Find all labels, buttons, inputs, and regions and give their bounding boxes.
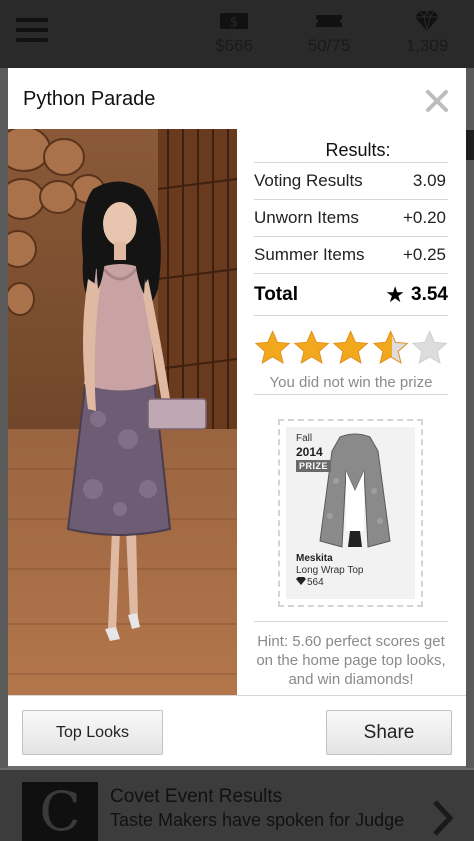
result-row-unworn: Unworn Items +0.20 xyxy=(254,200,448,237)
prize-card[interactable]: Fall 2014 PRIZE Meskita Long Wrap Top 56… xyxy=(278,419,423,607)
result-label: Voting Results xyxy=(254,171,363,190)
results-panel: Results: Voting Results 3.09 Unworn Item… xyxy=(254,129,448,688)
result-row-summer: Summer Items +0.25 xyxy=(254,237,448,274)
prize-price-value: 564 xyxy=(307,577,324,588)
prize-card-inner: Fall 2014 PRIZE Meskita Long Wrap Top 56… xyxy=(286,427,415,599)
energy-value: 50/75 xyxy=(307,36,351,55)
ticket-icon xyxy=(316,15,342,27)
rating-star-icon xyxy=(254,330,291,364)
result-label: Summer Items xyxy=(254,245,365,264)
prize-item-name: Long Wrap Top xyxy=(296,565,364,576)
wrap-top-garment xyxy=(319,433,391,548)
total-value: 3.54 xyxy=(411,283,448,305)
modal-footer: Top Looks Share xyxy=(8,695,466,766)
prize-year: 2014 xyxy=(296,445,323,459)
feed-thumbnail: C xyxy=(22,782,98,841)
results-heading: Results: xyxy=(254,129,448,163)
backdrop-right xyxy=(466,68,474,768)
backdrop-left xyxy=(0,68,8,768)
rating-star-icon xyxy=(411,330,448,364)
chevron-right-icon xyxy=(433,800,454,836)
close-icon xyxy=(426,90,448,112)
modal-title: Python Parade xyxy=(23,88,156,110)
model-illustration xyxy=(8,129,237,695)
diamond-icon xyxy=(415,10,439,32)
rating-star-icon xyxy=(293,330,330,364)
prize-message: You did not win the prize xyxy=(254,371,448,395)
rating-star-icon xyxy=(333,330,369,364)
total-label: Total xyxy=(254,283,298,305)
cash-stat[interactable]: $ $666 xyxy=(205,10,263,56)
diamonds-stat[interactable]: 1,309 xyxy=(396,10,458,56)
money-icon: $ xyxy=(220,13,248,30)
diamonds-value: 1,309 xyxy=(405,36,449,55)
look-photo xyxy=(8,129,237,695)
backdrop-shadow xyxy=(466,130,474,160)
top-looks-button[interactable]: Top Looks xyxy=(22,710,163,755)
prize-price: 564 xyxy=(296,577,324,588)
menu-icon[interactable] xyxy=(16,18,48,42)
close-button[interactable] xyxy=(422,86,452,116)
result-label: Unworn Items xyxy=(254,208,359,227)
rating-star-icon xyxy=(372,330,409,364)
share-button[interactable]: Share xyxy=(326,710,452,755)
prize-brand: Meskita xyxy=(296,553,333,564)
feed-item[interactable]: C Covet Event Results Taste Makers have … xyxy=(0,770,474,841)
star-rating xyxy=(254,329,448,367)
feed-title: Covet Event Results xyxy=(110,786,283,807)
results-modal: Python Parade Results: Voting Results 3.… xyxy=(8,68,466,766)
prize-badge: PRIZE xyxy=(296,460,332,472)
diamond-icon xyxy=(296,577,306,585)
prize-season: Fall xyxy=(296,433,313,444)
star-icon: ★ xyxy=(385,281,406,307)
result-value: +0.20 xyxy=(402,208,446,227)
svg-text:$: $ xyxy=(230,15,238,30)
cash-value: $666 xyxy=(215,36,253,55)
top-bar: $ $666 50/75 1,309 xyxy=(0,0,474,68)
result-row-voting: Voting Results 3.09 xyxy=(254,163,448,200)
result-total-row: Total ★ 3.54 xyxy=(254,274,448,316)
result-value: +0.25 xyxy=(402,245,446,264)
result-value: 3.09 xyxy=(412,171,446,190)
feed-subtitle: Taste Makers have spoken for Judge xyxy=(110,810,405,830)
energy-stat[interactable]: 50/75 xyxy=(300,10,358,56)
hint-text: Hint: 5.60 perfect scores get on the hom… xyxy=(254,621,448,689)
